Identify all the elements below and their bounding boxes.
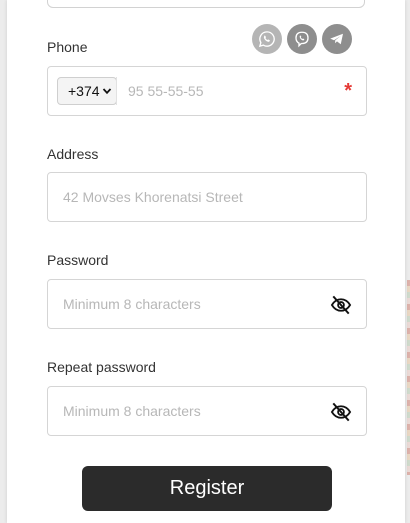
registration-panel: Phone +374 95 55-55-55 * Address 42 Movs…: [7, 0, 405, 523]
phone-label: Phone: [47, 39, 88, 55]
repeat-password-label: Repeat password: [47, 359, 156, 375]
repeat-password-input[interactable]: [63, 387, 313, 435]
whatsapp-icon[interactable]: [252, 24, 282, 54]
viber-icon[interactable]: [287, 24, 317, 54]
register-button[interactable]: Register: [82, 466, 332, 511]
phone-input[interactable]: [128, 67, 318, 115]
eye-slash-icon[interactable]: [330, 295, 352, 315]
password-input[interactable]: [63, 280, 313, 328]
address-input[interactable]: [63, 173, 353, 221]
page: Phone +374 95 55-55-55 * Address 42 Movs…: [0, 0, 410, 523]
repeat-password-field: [47, 386, 367, 436]
previous-input-field[interactable]: [47, 0, 365, 8]
required-asterisk: *: [344, 80, 352, 102]
chevron-down-icon: [102, 88, 112, 95]
phone-field: +374 *: [47, 66, 367, 116]
password-field: [47, 279, 367, 329]
password-label: Password: [47, 252, 109, 268]
country-code-value: +374: [68, 83, 100, 99]
address-label: Address: [47, 146, 99, 162]
eye-slash-icon[interactable]: [330, 402, 352, 422]
telegram-icon[interactable]: [322, 24, 352, 54]
country-code-select[interactable]: +374: [57, 77, 117, 105]
messenger-icons: [252, 24, 352, 54]
phone-separator: [116, 77, 117, 105]
address-field: [47, 172, 367, 222]
